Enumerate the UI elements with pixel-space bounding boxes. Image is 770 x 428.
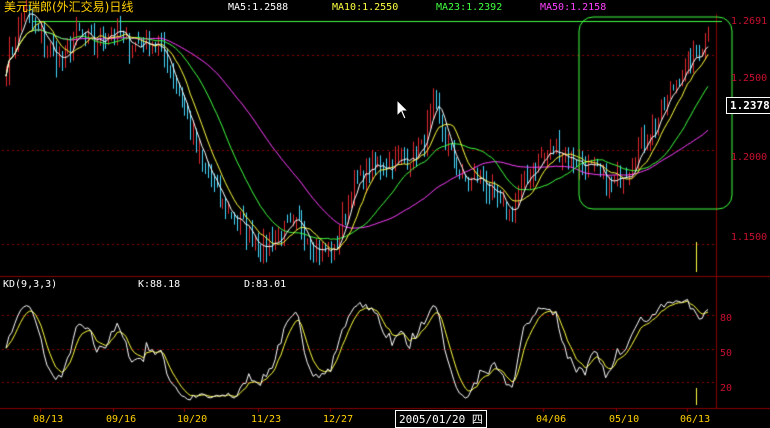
ma10-readout: MA10:1.2550 xyxy=(332,2,399,13)
ma50-readout: MA50:1.2158 xyxy=(540,2,607,13)
date-tick-label: 08/13 xyxy=(33,414,64,425)
ma5-readout: MA5:1.2588 xyxy=(228,2,289,13)
d-value-readout: D:83.01 xyxy=(244,279,287,290)
k-value-readout: K:88.18 xyxy=(138,279,181,290)
price-level-label: 1.2000 xyxy=(731,152,768,163)
kd-level-label: 80 xyxy=(720,313,733,324)
price-chart-canvas[interactable] xyxy=(0,0,770,424)
last-price-tag: 1.2378 xyxy=(726,97,770,114)
date-tick-label: 05/10 xyxy=(609,414,640,425)
price-level-label: 1.1500 xyxy=(731,232,768,243)
instrument-title: 美元瑞郎(外汇交易)日线 xyxy=(4,0,134,14)
kd-level-label: 50 xyxy=(720,348,733,359)
date-tick-label: 06/13 xyxy=(680,414,711,425)
mouse-pointer-icon xyxy=(396,99,410,120)
date-tick-label: 12/27 xyxy=(323,414,354,425)
cursor-date-tag: 2005/01/20 四 xyxy=(395,410,487,428)
kd-indicator-title: KD(9,3,3) xyxy=(3,279,58,290)
price-level-label: 1.2500 xyxy=(731,73,768,84)
price-high-label: 1.2691 xyxy=(731,16,768,27)
date-tick-label: 11/23 xyxy=(251,414,282,425)
date-tick-label: 04/06 xyxy=(536,414,567,425)
kd-level-label: 20 xyxy=(720,383,733,394)
date-tick-label: 10/20 xyxy=(177,414,208,425)
date-tick-label: 09/16 xyxy=(106,414,137,425)
ma23-readout: MA23:1.2392 xyxy=(436,2,503,13)
